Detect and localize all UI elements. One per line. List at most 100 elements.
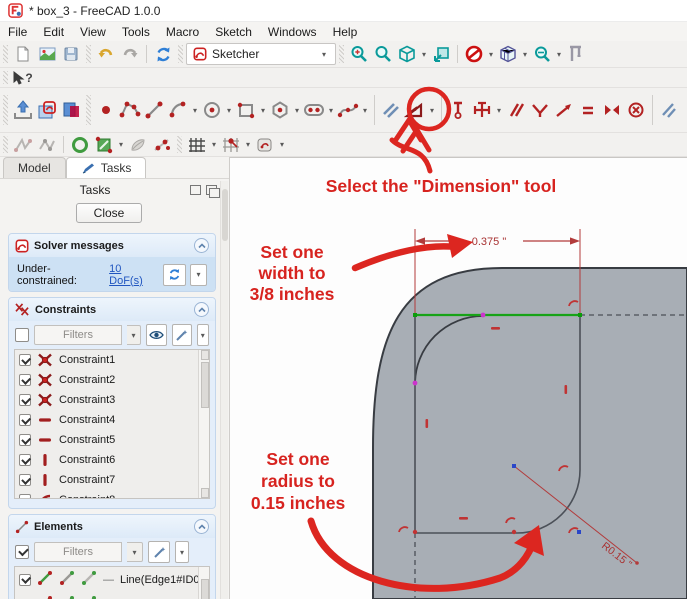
menu-item-help[interactable]: Help — [325, 23, 366, 41]
chevron-down-icon[interactable]: ▾ — [360, 106, 370, 115]
new-document-button[interactable] — [11, 42, 35, 66]
constraint-row[interactable]: Constraint2 — [15, 370, 209, 390]
toolbar-grip[interactable] — [339, 45, 344, 63]
constraints-header[interactable]: Constraints — [9, 298, 215, 321]
bspline-degree-button[interactable] — [11, 133, 35, 157]
constrain-coincident-button[interactable] — [446, 94, 470, 126]
constraint-row[interactable]: Constraint1 — [15, 350, 209, 370]
chevron-down-icon[interactable]: ▾ — [190, 106, 200, 115]
menu-item-view[interactable]: View — [72, 23, 114, 41]
scrollbar-thumb[interactable] — [222, 189, 228, 241]
create-arc-button[interactable] — [166, 94, 190, 126]
collapse-chevron-icon[interactable] — [194, 519, 209, 534]
constrain-equal-button[interactable] — [576, 94, 600, 126]
constraint-row[interactable]: Constraint4 — [15, 410, 209, 430]
trim-edge-button[interactable] — [657, 94, 681, 126]
knot-multiplicity-button[interactable] — [126, 133, 150, 157]
constraint-row[interactable]: Constraint5 — [15, 430, 209, 450]
toggle-grid-button[interactable] — [185, 133, 209, 157]
show-hide-button[interactable] — [146, 324, 167, 346]
solver-messages-header[interactable]: Solver messages — [9, 234, 215, 257]
create-line-button[interactable] — [142, 94, 166, 126]
view-sketch-button[interactable] — [35, 94, 59, 126]
texture-view-button[interactable] — [496, 42, 520, 66]
constraint-visibility-checkbox[interactable] — [19, 354, 31, 366]
chevron-down-icon[interactable]: ▾ — [554, 50, 564, 59]
chevron-down-icon[interactable]: ▾ — [494, 106, 504, 115]
element-row[interactable]: — Line(Edge1#ID0#V — [15, 567, 209, 592]
elements-selectall-checkbox[interactable] — [15, 545, 29, 559]
split-edge-button[interactable] — [150, 133, 174, 157]
undo-button[interactable] — [94, 42, 118, 66]
float-panel-icon[interactable] — [206, 185, 217, 195]
collapse-chevron-icon[interactable] — [194, 302, 209, 317]
toolbar-grip[interactable] — [3, 71, 8, 84]
open-document-button[interactable] — [35, 42, 59, 66]
collapse-chevron-icon[interactable] — [194, 238, 209, 253]
chevron-down-icon[interactable]: ▾ — [116, 140, 126, 149]
menu-item-windows[interactable]: Windows — [260, 23, 325, 41]
rendering-order-button[interactable] — [253, 133, 277, 157]
chevron-down-icon[interactable]: ▾ — [326, 106, 336, 115]
filter-dropdown[interactable]: ▾ — [127, 325, 141, 345]
create-slot-button[interactable] — [302, 94, 326, 126]
chevron-down-icon[interactable]: ▾ — [224, 106, 234, 115]
chevron-down-icon[interactable]: ▾ — [292, 106, 302, 115]
chevron-down-icon[interactable]: ▾ — [258, 106, 268, 115]
constraint-row[interactable]: Constraint7 — [15, 470, 209, 490]
scrollbar-thumb[interactable] — [201, 362, 209, 408]
constrain-distance-button[interactable] — [470, 94, 494, 126]
toolbar-grip[interactable] — [3, 95, 8, 126]
sync-view-button[interactable] — [429, 42, 453, 66]
chevron-down-icon[interactable]: ▾ — [243, 140, 253, 149]
chevron-down-icon[interactable]: ▾ — [277, 140, 287, 149]
menu-item-macro[interactable]: Macro — [158, 23, 207, 41]
element-visibility-checkbox[interactable] — [19, 574, 31, 586]
construction-mode-button[interactable] — [379, 94, 403, 126]
sketch-view[interactable]: 0.375 " R0.15 " — [230, 157, 687, 599]
chevron-down-icon[interactable]: ▾ — [419, 50, 429, 59]
menu-item-file[interactable]: File — [0, 23, 35, 41]
zoom-selection-button[interactable] — [371, 42, 395, 66]
toolbar-grip[interactable] — [177, 136, 182, 152]
constraint-visibility-checkbox[interactable] — [19, 494, 31, 499]
view-section-button[interactable] — [59, 94, 83, 126]
constraint-row[interactable]: Constraint8 — [15, 490, 209, 499]
wand-dropdown[interactable]: ▾ — [175, 541, 189, 563]
constraint-visibility-checkbox[interactable] — [19, 434, 31, 446]
bspline-periodic-button[interactable] — [68, 133, 92, 157]
redo-button[interactable] — [118, 42, 142, 66]
scroll-down-arrow[interactable] — [201, 488, 209, 498]
menu-item-sketch[interactable]: Sketch — [207, 23, 260, 41]
constraint-row[interactable]: Constraint6 — [15, 450, 209, 470]
toolbar-grip[interactable] — [3, 136, 8, 152]
constraint-visibility-checkbox[interactable] — [19, 374, 31, 386]
create-rectangle-button[interactable] — [234, 94, 258, 126]
solver-refresh-button[interactable] — [163, 264, 186, 286]
save-document-button[interactable] — [59, 42, 83, 66]
elements-scrollbar[interactable] — [198, 567, 209, 599]
solver-options-dropdown[interactable]: ▾ — [190, 264, 207, 286]
panel-scrollbar[interactable] — [220, 181, 228, 599]
constraint-row[interactable]: Constraint3 — [15, 390, 209, 410]
constraints-scrollbar[interactable] — [198, 350, 209, 498]
scrollbar-thumb[interactable] — [201, 579, 209, 599]
settings-wand-button[interactable] — [148, 541, 170, 563]
constraints-filter-combo[interactable]: Filters — [34, 325, 122, 345]
zoom-tools-button[interactable] — [530, 42, 554, 66]
clipping-plane-button[interactable] — [462, 42, 486, 66]
create-circle-button[interactable] — [200, 94, 224, 126]
measure-button[interactable] — [564, 42, 588, 66]
constrain-symmetric-button[interactable] — [600, 94, 624, 126]
toolbar-grip[interactable] — [178, 45, 183, 63]
chevron-down-icon[interactable]: ▾ — [520, 50, 530, 59]
chevron-down-icon[interactable]: ▾ — [427, 106, 437, 115]
create-bspline-button[interactable] — [336, 94, 360, 126]
leave-sketch-button[interactable] — [11, 94, 35, 126]
filter-dropdown[interactable]: ▾ — [127, 542, 143, 562]
menu-item-tools[interactable]: Tools — [114, 23, 158, 41]
isometric-view-button[interactable] — [395, 42, 419, 66]
element-row[interactable]: — Line(Edge2#ID1#V — [15, 592, 209, 599]
constraint-visibility-checkbox[interactable] — [19, 394, 31, 406]
bspline-comb-button[interactable] — [35, 133, 59, 157]
